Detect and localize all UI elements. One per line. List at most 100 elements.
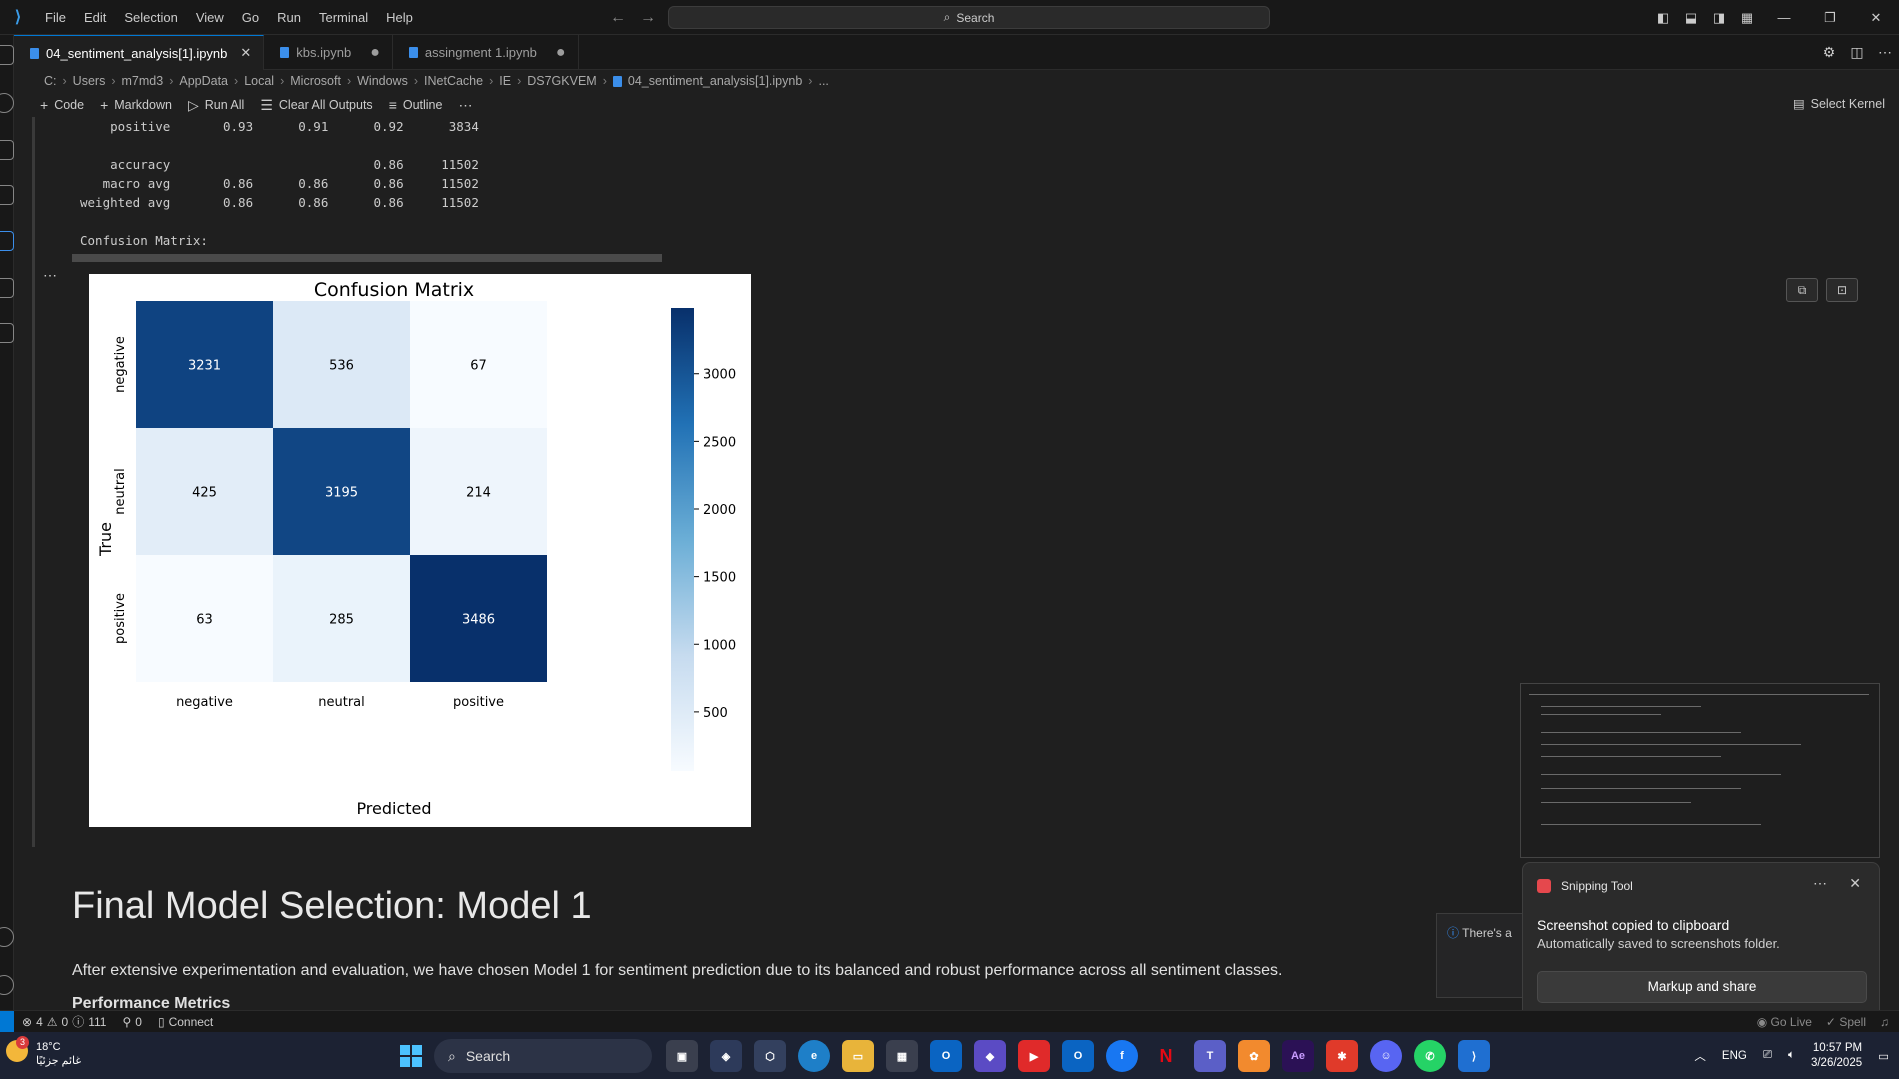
more-actions-icon[interactable]: ⋯: [1871, 44, 1899, 61]
remote-indicator[interactable]: [0, 1010, 14, 1033]
cell-output-more-icon[interactable]: ⋯: [43, 267, 57, 284]
copy-output-icon[interactable]: ⧉: [1786, 278, 1818, 302]
toast-more-icon[interactable]: ⋯: [1813, 875, 1827, 892]
close-tab-icon[interactable]: ✕: [240, 45, 251, 61]
menu-help[interactable]: Help: [377, 0, 422, 35]
breadcrumb-item[interactable]: 04_sentiment_analysis[1].ipynb: [628, 74, 802, 88]
breadcrumb-item[interactable]: AppData: [179, 74, 228, 88]
unsaved-dot-icon[interactable]: ●: [370, 44, 380, 62]
start-button-icon[interactable]: [400, 1045, 422, 1067]
after-effects-icon[interactable]: Ae: [1282, 1040, 1314, 1072]
menu-view[interactable]: View: [187, 0, 233, 35]
search-view-icon[interactable]: [0, 93, 14, 113]
ports-indicator[interactable]: ⚲ 0: [114, 1015, 149, 1029]
outline-button[interactable]: ≡ Outline: [389, 97, 443, 113]
go-live-button[interactable]: ◉ Go Live: [1757, 1015, 1812, 1029]
run-debug-icon[interactable]: [0, 185, 14, 205]
breadcrumb-item[interactable]: Local: [244, 74, 274, 88]
breadcrumb-item[interactable]: IE: [499, 74, 511, 88]
breadcrumb-item[interactable]: INetCache: [424, 74, 483, 88]
menu-run[interactable]: Run: [268, 0, 310, 35]
notifications-bell-icon[interactable]: ♫: [1880, 1015, 1889, 1029]
language-indicator[interactable]: ENG: [1722, 1050, 1747, 1062]
problems-indicator[interactable]: ⊗ 4 ⚠ 0 ⓘ 111: [14, 1013, 114, 1030]
close-window-icon[interactable]: ✕: [1853, 10, 1899, 26]
breadcrumb-item[interactable]: Windows: [357, 74, 408, 88]
minimize-icon[interactable]: —: [1761, 10, 1807, 25]
teams-icon[interactable]: T: [1194, 1040, 1226, 1072]
toast-close-icon[interactable]: ✕: [1849, 875, 1861, 892]
volume-icon[interactable]: 🔈︎: [1788, 1049, 1795, 1062]
breadcrumb-item[interactable]: ...: [818, 74, 828, 88]
toggle-secondary-sidebar-icon[interactable]: ◨: [1705, 10, 1733, 26]
breadcrumb-item[interactable]: m7md3: [122, 74, 164, 88]
connect-indicator[interactable]: ▯ Connect: [150, 1015, 221, 1029]
toggle-panel-icon[interactable]: ⬓: [1677, 10, 1705, 26]
weather-widget[interactable]: 3 18°C غائم جزئيًا: [6, 1036, 81, 1068]
notebook-settings-gear-icon[interactable]: ⚙: [1815, 44, 1843, 61]
file-explorer-icon[interactable]: ▭: [842, 1040, 874, 1072]
facebook-icon[interactable]: f: [1106, 1040, 1138, 1072]
clear-outputs-button[interactable]: ☰ Clear All Outputs: [260, 97, 372, 114]
toggle-sidebar-icon[interactable]: ◧: [1649, 10, 1677, 26]
breadcrumb-item[interactable]: DS7GKVEM: [527, 74, 596, 88]
taskbar-search[interactable]: ⌕ Search: [434, 1039, 652, 1073]
markup-and-share-button[interactable]: Markup and share: [1537, 971, 1867, 1003]
m365-icon[interactable]: ◆: [974, 1040, 1006, 1072]
copilot-icon[interactable]: ◈: [710, 1040, 742, 1072]
tab-kbs[interactable]: kbs.ipynb ●: [264, 35, 393, 70]
save-output-icon[interactable]: ⊡: [1826, 278, 1858, 302]
extensions-icon[interactable]: [0, 231, 14, 251]
youtube-icon[interactable]: ▶: [1018, 1040, 1050, 1072]
app-orange-icon[interactable]: ✿: [1238, 1040, 1270, 1072]
add-code-cell-button[interactable]: + Code: [40, 97, 84, 113]
toolbar-more-button[interactable]: ⋯: [458, 97, 472, 114]
back-arrow-icon[interactable]: ←: [610, 9, 626, 27]
screenshot-thumbnail[interactable]: [1520, 683, 1880, 858]
menu-file[interactable]: File: [36, 0, 75, 35]
add-markdown-cell-button[interactable]: + Markdown: [100, 97, 172, 113]
customize-layout-icon[interactable]: ▦: [1733, 10, 1761, 26]
manage-gear-icon[interactable]: [0, 975, 14, 995]
microsoft-store-icon[interactable]: ▦: [886, 1040, 918, 1072]
select-kernel-button[interactable]: ▤ Select Kernel: [1793, 96, 1885, 112]
notebook-file-icon: [30, 47, 39, 59]
network-icon[interactable]: ⎚: [1763, 1049, 1772, 1062]
menu-go[interactable]: Go: [233, 0, 268, 35]
edge-icon[interactable]: e: [798, 1040, 830, 1072]
app-red-icon[interactable]: ✱: [1326, 1040, 1358, 1072]
run-all-button[interactable]: ▷ Run All: [188, 97, 244, 114]
testing-icon[interactable]: [0, 278, 14, 298]
source-control-icon[interactable]: [0, 140, 14, 160]
notification-center-icon[interactable]: ▭: [1878, 1049, 1889, 1063]
show-hidden-icons-icon[interactable]: ︿: [1694, 1048, 1706, 1064]
command-center-search[interactable]: ⌕ Search: [668, 6, 1270, 29]
menu-selection[interactable]: Selection: [115, 0, 186, 35]
info-notification[interactable]: ⓘ There's a: [1436, 913, 1536, 998]
menu-terminal[interactable]: Terminal: [310, 0, 377, 35]
spell-button[interactable]: ✓ Spell: [1826, 1015, 1866, 1029]
output-horizontal-scrollbar[interactable]: [72, 254, 662, 262]
discord-icon[interactable]: ☺: [1370, 1040, 1402, 1072]
outlook-new-icon[interactable]: O: [1062, 1040, 1094, 1072]
netflix-icon[interactable]: N: [1150, 1040, 1182, 1072]
restore-icon[interactable]: ❐: [1807, 10, 1853, 26]
whatsapp-icon[interactable]: ✆: [1414, 1040, 1446, 1072]
explorer-icon[interactable]: [0, 45, 14, 65]
outlook-icon[interactable]: O: [930, 1040, 962, 1072]
accounts-icon[interactable]: [0, 927, 14, 947]
forward-arrow-icon[interactable]: →: [640, 9, 656, 27]
vscode-taskbar-icon[interactable]: ⟩: [1458, 1040, 1490, 1072]
task-view-icon[interactable]: ▣: [666, 1040, 698, 1072]
tab-assingment[interactable]: assingment 1.ipynb ●: [393, 35, 579, 70]
tab-sentiment-analysis[interactable]: 04_sentiment_analysis[1].ipynb ✕: [14, 35, 265, 70]
clock[interactable]: 10:57 PM 3/26/2025: [1811, 1041, 1862, 1071]
unsaved-dot-icon[interactable]: ●: [556, 44, 566, 62]
breadcrumb-item[interactable]: C:: [44, 74, 57, 88]
split-editor-icon[interactable]: ◫: [1843, 44, 1871, 61]
database-icon[interactable]: [0, 323, 14, 343]
menu-edit[interactable]: Edit: [75, 0, 115, 35]
virtualbox-icon[interactable]: ⬡: [754, 1040, 786, 1072]
breadcrumb-item[interactable]: Users: [73, 74, 106, 88]
breadcrumb-item[interactable]: Microsoft: [290, 74, 341, 88]
